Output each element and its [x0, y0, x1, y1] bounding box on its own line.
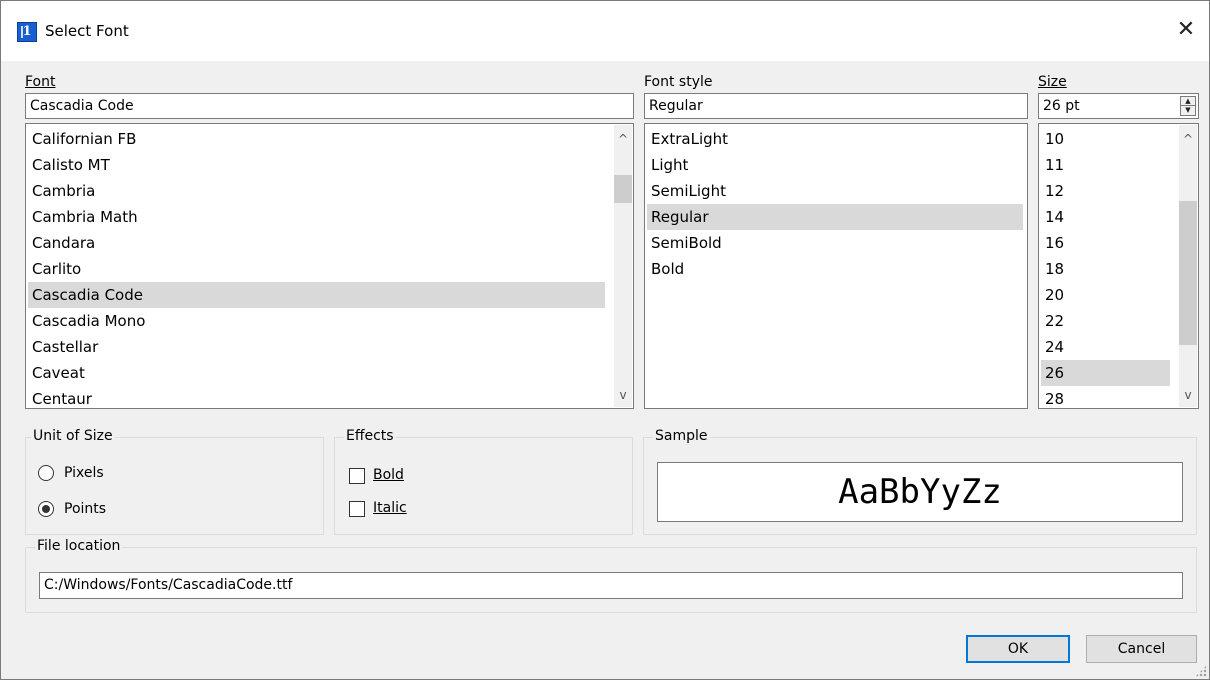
- list-item[interactable]: 11: [1041, 152, 1170, 178]
- scroll-up-icon[interactable]: ^: [614, 129, 632, 149]
- font-label: Font: [25, 74, 55, 90]
- list-item[interactable]: 14: [1041, 204, 1170, 230]
- font-style-label: Font style: [644, 74, 713, 90]
- font-list-scroll-thumb[interactable]: [614, 175, 632, 203]
- ok-button[interactable]: OK: [966, 635, 1070, 663]
- list-item[interactable]: 20: [1041, 282, 1170, 308]
- font-label-text: Font: [25, 74, 56, 90]
- list-item[interactable]: Cambria Math: [28, 204, 605, 230]
- italic-label[interactable]: Italic: [373, 500, 407, 516]
- file-location-field[interactable]: C:/Windows/Fonts/CascadiaCode.ttf: [39, 572, 1183, 599]
- scroll-down-icon[interactable]: v: [1179, 385, 1197, 405]
- spin-up-icon[interactable]: ▲: [1181, 97, 1195, 106]
- list-item[interactable]: 28: [1041, 386, 1170, 408]
- list-item[interactable]: Calisto MT: [28, 152, 605, 178]
- pixels-label[interactable]: Pixels: [64, 465, 104, 481]
- font-style-list[interactable]: Bold SemiBold Regular SemiLight Light ExtraLi…: [644, 123, 1028, 409]
- dialog-title: Select Font: [45, 22, 129, 40]
- size-label-text: Size: [1038, 74, 1067, 90]
- scroll-down-icon[interactable]: v: [614, 385, 632, 405]
- effects-title: Effects: [344, 428, 396, 444]
- font-name-input[interactable]: Cascadia Code: [25, 93, 634, 119]
- size-value: 26 pt: [1043, 98, 1080, 114]
- list-item[interactable]: Cambria: [28, 178, 605, 204]
- cancel-button[interactable]: Cancel: [1086, 635, 1197, 663]
- list-item[interactable]: Candara: [28, 230, 605, 256]
- list-item[interactable]: Light: [647, 152, 1023, 178]
- effects-group: [334, 437, 633, 535]
- app-icon: 1: [17, 22, 37, 42]
- italic-checkbox[interactable]: [349, 501, 365, 517]
- list-item[interactable]: SemiLight: [647, 178, 1023, 204]
- list-item[interactable]: Cascadia Mono: [28, 308, 605, 334]
- title-bar: 1 Select Font ✕: [1, 1, 1209, 61]
- close-icon[interactable]: ✕: [1171, 15, 1201, 45]
- font-list-scrollbar[interactable]: ^ v: [614, 125, 632, 407]
- list-item[interactable]: Bold: [647, 256, 1023, 282]
- size-list-scroll-thumb[interactable]: [1179, 201, 1197, 345]
- list-item[interactable]: 26: [1041, 360, 1170, 386]
- list-item[interactable]: Caveat: [28, 360, 605, 386]
- spin-down-icon[interactable]: ▼: [1181, 106, 1195, 115]
- list-item[interactable]: 24: [1041, 334, 1170, 360]
- scroll-up-icon[interactable]: ^: [1179, 129, 1197, 149]
- list-item[interactable]: 10: [1041, 126, 1170, 152]
- list-item[interactable]: Castellar: [28, 334, 605, 360]
- resize-grip-icon[interactable]: [1195, 665, 1207, 677]
- size-spinbox[interactable]: ▲ ▼: [1180, 96, 1196, 116]
- list-item[interactable]: ExtraLight: [647, 126, 1023, 152]
- font-style-input[interactable]: Regular: [644, 93, 1028, 119]
- points-radio[interactable]: [38, 501, 54, 517]
- list-item[interactable]: 18: [1041, 256, 1170, 282]
- list-item[interactable]: 12: [1041, 178, 1170, 204]
- list-item[interactable]: Cascadia Code: [28, 282, 605, 308]
- bold-label[interactable]: Bold: [373, 467, 404, 483]
- list-item[interactable]: 22: [1041, 308, 1170, 334]
- sample-title: Sample: [653, 428, 710, 444]
- font-list[interactable]: Centaur Caveat Castellar Cascadia Mono Casca…: [25, 123, 634, 409]
- select-font-dialog: 1 Select Font ✕ Font Cascadia Code Centa…: [0, 0, 1210, 680]
- size-input[interactable]: 26 pt ▲ ▼: [1038, 93, 1199, 119]
- list-item[interactable]: Regular: [647, 204, 1023, 230]
- italic-label-text: Italic: [373, 500, 407, 516]
- size-label: Size: [1038, 74, 1067, 90]
- list-item[interactable]: SemiBold: [647, 230, 1023, 256]
- list-item[interactable]: 16: [1041, 230, 1170, 256]
- list-item[interactable]: Californian FB: [28, 126, 605, 152]
- sample-preview: AaBbYyZz: [657, 462, 1183, 522]
- unit-of-size-group: [25, 437, 324, 535]
- size-list[interactable]: 28 26 24 22 20 18 16 14 12 11 10 ^ v: [1038, 123, 1199, 409]
- list-item[interactable]: Centaur: [28, 386, 605, 408]
- points-label[interactable]: Points: [64, 501, 106, 517]
- bold-checkbox[interactable]: [349, 468, 365, 484]
- bold-label-text: Bold: [373, 467, 404, 483]
- list-item[interactable]: Carlito: [28, 256, 605, 282]
- pixels-radio[interactable]: [38, 465, 54, 481]
- file-location-title: File location: [35, 538, 123, 554]
- unit-of-size-title: Unit of Size: [31, 428, 115, 444]
- size-list-scrollbar[interactable]: ^ v: [1179, 125, 1197, 407]
